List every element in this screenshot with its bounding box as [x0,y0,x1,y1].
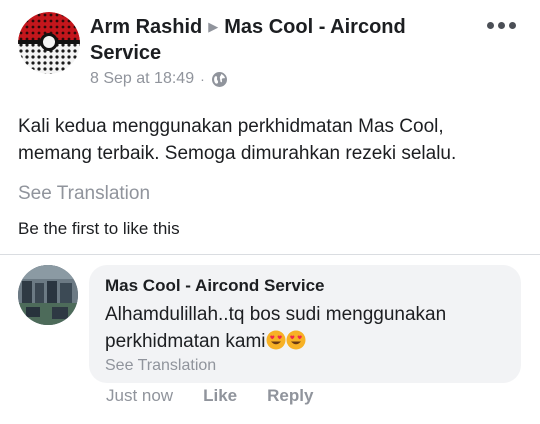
comment-time[interactable]: Just now [106,386,173,406]
comment-see-translation-link[interactable]: See Translation [105,357,505,375]
like-button[interactable]: Like [203,386,237,406]
see-translation-link[interactable]: See Translation [18,183,150,205]
more-options-button[interactable] [487,22,516,29]
reply-button[interactable]: Reply [267,386,313,406]
divider [0,254,540,255]
author-avatar[interactable] [18,12,80,74]
globe-icon[interactable] [211,71,228,88]
author-line: Arm Rashid ▶ Mas Cool - Aircond Service [90,14,480,66]
more-dot [498,22,505,29]
comment-bubble: Mas Cool - Aircond Service Alhamdulillah… [89,265,521,383]
facebook-post: Arm Rashid ▶ Mas Cool - Aircond Service 8 … [0,0,540,424]
heart-eyes-emoji-icon [286,330,306,350]
commenter-avatar[interactable] [18,265,78,325]
meta-separator: · [200,71,205,87]
post-timestamp[interactable]: 8 Sep at 18:49 [90,68,194,90]
comment-actions: Just now Like Reply [106,386,313,406]
comment-author[interactable]: Mas Cool - Aircond Service [105,275,505,297]
post-header: Arm Rashid ▶ Mas Cool - Aircond Service 8 … [90,14,480,90]
more-dot [509,22,516,29]
post-meta: 8 Sep at 18:49 · [90,68,480,90]
author-name[interactable]: Arm Rashid [90,16,202,38]
arrow-right-icon: ▶ [208,19,219,34]
likes-summary: Be the first to like this [18,219,180,238]
heart-eyes-emoji-icon [266,330,286,350]
more-horizontal-icon [487,22,494,29]
post-text: Kali kedua menggunakan perkhidmatan Mas … [18,116,457,164]
comment-text-block: Alhamdulillah..tq bos sudi menggunakan p… [105,301,505,355]
